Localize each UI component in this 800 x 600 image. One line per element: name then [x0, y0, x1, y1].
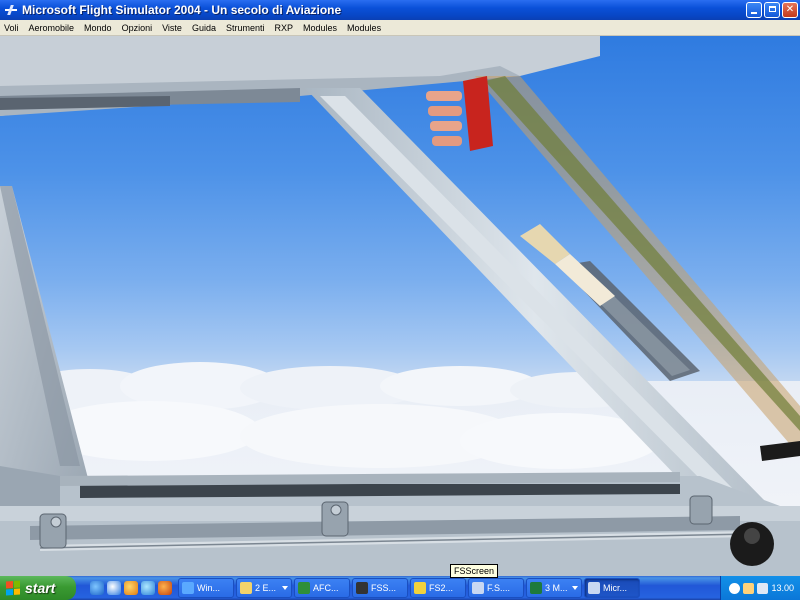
tray-help-icon[interactable]: [729, 582, 741, 594]
task-label: AFC...: [313, 583, 339, 593]
task-label: FSS...: [371, 583, 397, 593]
window-controls: ✕: [746, 2, 798, 18]
menu-modules[interactable]: Modules: [298, 20, 342, 36]
group-arrow-icon: [572, 586, 578, 590]
menu-opzioni[interactable]: Opzioni: [117, 20, 158, 36]
task-label: FS2...: [429, 583, 454, 593]
task-label: 2 E...: [255, 583, 277, 593]
windows-logo-icon: [6, 580, 20, 596]
task-button[interactable]: Micr...: [584, 578, 640, 598]
minimize-icon: [751, 12, 757, 14]
ie-icon[interactable]: [90, 581, 104, 595]
task-button[interactable]: AFC...: [294, 578, 350, 598]
task-button[interactable]: 3 M...: [526, 578, 582, 598]
taskbar-tooltip: FSScreen: [450, 564, 499, 578]
tray-user-icon[interactable]: [743, 582, 755, 594]
menu-strumenti[interactable]: Strumenti: [221, 20, 270, 36]
volume-icon[interactable]: [757, 582, 769, 594]
restore-button[interactable]: [764, 2, 780, 18]
task-label: Win...: [197, 583, 221, 593]
flight-sim-icon: [588, 582, 600, 594]
menu-viste[interactable]: Viste: [157, 20, 187, 36]
group-arrow-icon: [282, 586, 288, 590]
start-button[interactable]: start: [0, 576, 76, 600]
menu-rxp[interactable]: RXP: [270, 20, 299, 36]
task-buttons: Win... 2 E... AFC... FSS... FS2... F.S.... 3 M…: [178, 578, 720, 598]
windows-icon: [182, 582, 194, 594]
media-player-icon[interactable]: [124, 581, 138, 595]
taskbar: start Win... 2 E... AFC... FSS... FS2... F.S.…: [0, 576, 800, 600]
start-label: start: [25, 580, 56, 596]
task-button[interactable]: FSS...: [352, 578, 408, 598]
minimize-button[interactable]: [746, 2, 762, 18]
plane-icon: [472, 582, 484, 594]
close-icon: ✕: [785, 4, 795, 15]
window-title: Microsoft Flight Simulator 2004 - Un sec…: [22, 3, 342, 17]
messenger-icon[interactable]: [141, 581, 155, 595]
task-button[interactable]: F.S....: [468, 578, 524, 598]
close-button[interactable]: ✕: [782, 2, 798, 18]
simulator-viewport[interactable]: [0, 36, 800, 576]
firefox-icon[interactable]: [158, 581, 172, 595]
quick-launch: [90, 581, 172, 595]
outlook-icon[interactable]: [107, 581, 121, 595]
menu-bar: Voli Aeromobile Mondo Opzioni Viste Guid…: [0, 20, 800, 36]
fs2-icon: [414, 582, 426, 594]
task-label: 3 M...: [545, 583, 568, 593]
menu-guida[interactable]: Guida: [187, 20, 221, 36]
menu-aeromobile[interactable]: Aeromobile: [24, 20, 80, 36]
system-tray: 13.00: [720, 576, 800, 600]
task-label: F.S....: [487, 583, 511, 593]
fsscreen-icon: [356, 582, 368, 594]
task-label: Micr...: [603, 583, 627, 593]
task-button[interactable]: Win...: [178, 578, 234, 598]
flight-sim-app-icon[interactable]: [4, 4, 18, 16]
task-button[interactable]: FS2...: [410, 578, 466, 598]
folder-icon: [240, 582, 252, 594]
menu-modules-2[interactable]: Modules: [342, 20, 386, 36]
red-circuit-panel: [426, 76, 493, 151]
task-button[interactable]: 2 E...: [236, 578, 292, 598]
restore-icon: [769, 6, 776, 12]
menu-voli[interactable]: Voli: [0, 20, 24, 36]
excel-icon: [530, 582, 542, 594]
menu-mondo[interactable]: Mondo: [79, 20, 117, 36]
cockpit-scene: [0, 36, 800, 576]
clock[interactable]: 13.00: [771, 583, 794, 593]
window-title-bar[interactable]: Microsoft Flight Simulator 2004 - Un sec…: [0, 0, 800, 20]
afc-icon: [298, 582, 310, 594]
